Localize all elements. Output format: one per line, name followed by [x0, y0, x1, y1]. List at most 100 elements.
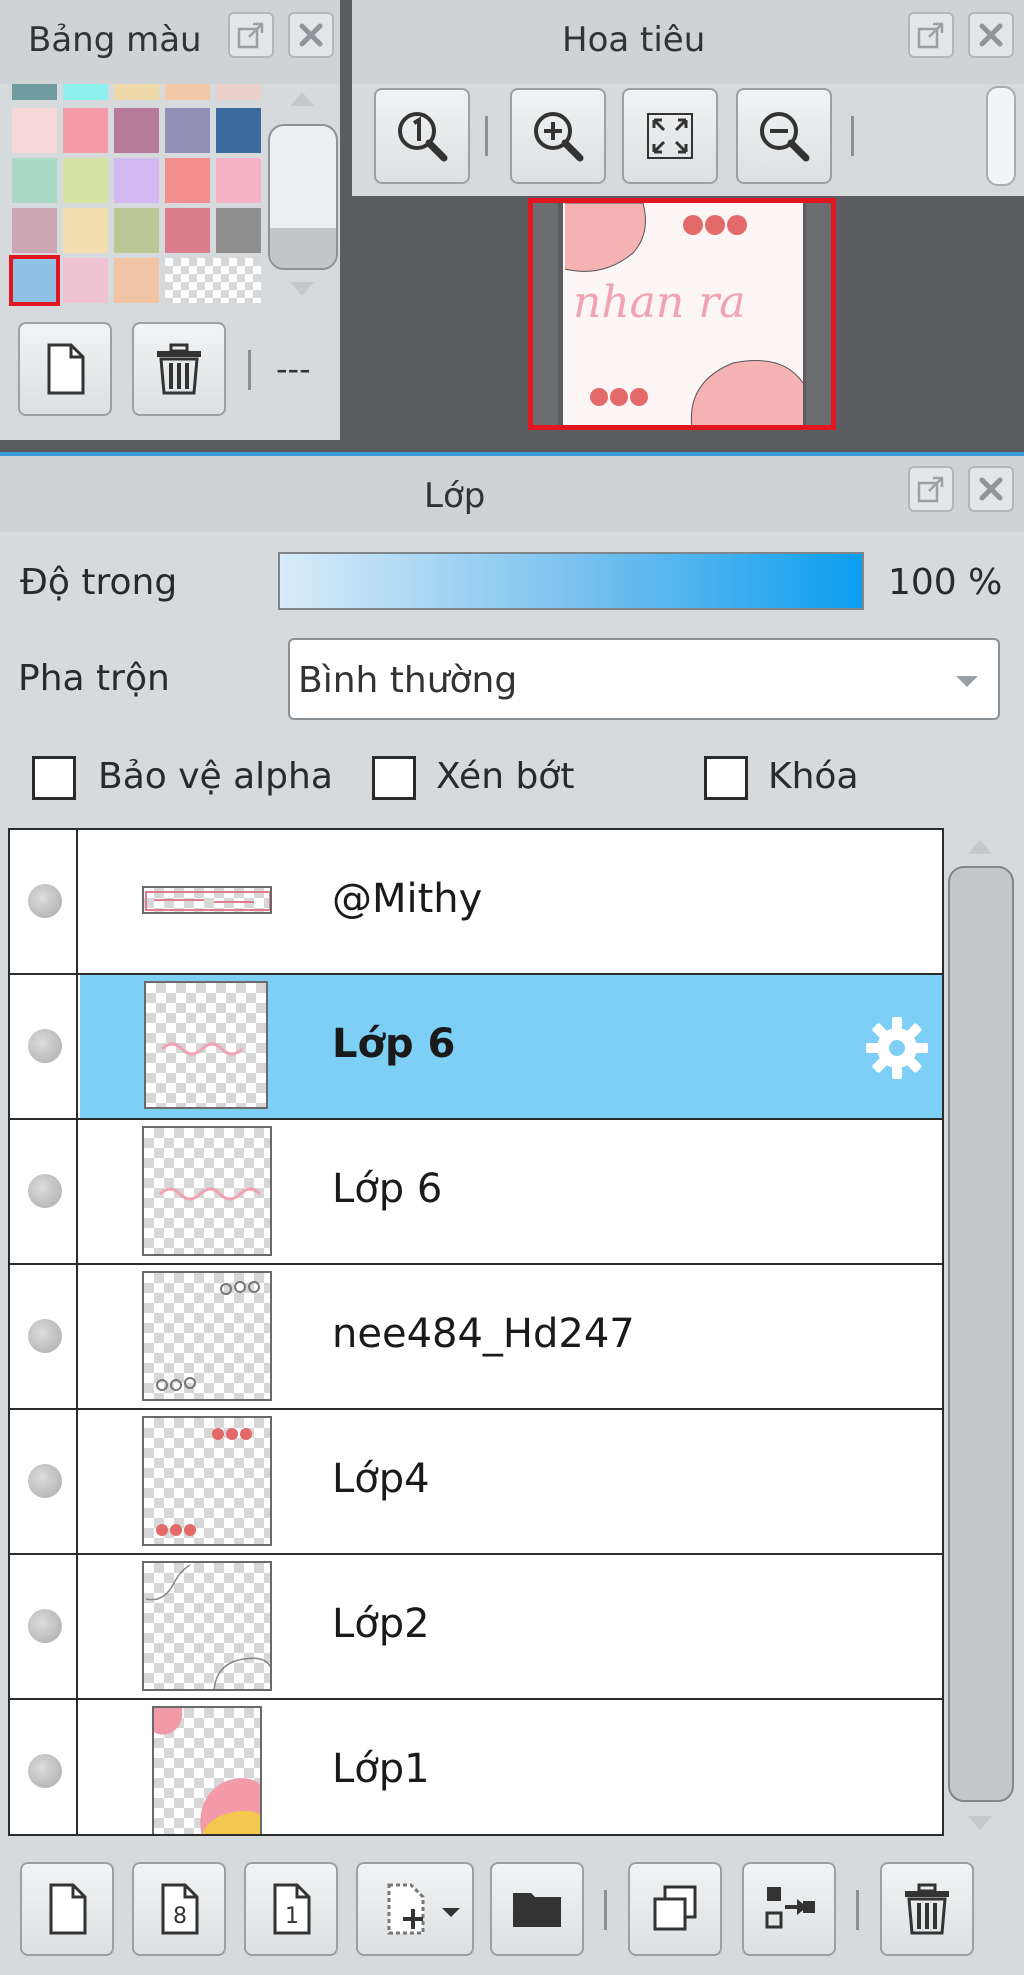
palette-close-button[interactable]	[288, 12, 334, 58]
blend-mode-select[interactable]: Bình thường	[288, 638, 1000, 720]
zoom-in-button[interactable]	[510, 88, 606, 184]
color-swatch[interactable]	[12, 108, 57, 153]
layer-visibility-toggle[interactable]	[10, 1265, 78, 1408]
color-swatch[interactable]	[63, 84, 108, 100]
color-swatch[interactable]	[63, 158, 108, 203]
color-swatch[interactable]	[114, 158, 159, 203]
layer-close-button[interactable]	[968, 466, 1014, 512]
add-page-icon	[387, 1883, 425, 1935]
layer-visibility-toggle[interactable]	[10, 830, 78, 973]
toolbar-separator	[851, 116, 854, 156]
color-swatch[interactable]	[12, 158, 57, 203]
color-swatch[interactable]	[63, 108, 108, 153]
color-swatch[interactable]	[165, 108, 210, 153]
add-layer-dropdown-button[interactable]	[356, 1862, 474, 1956]
eye-dot-icon	[28, 1029, 62, 1063]
layer-visibility-toggle[interactable]	[10, 1120, 78, 1263]
lock-label: Khóa	[768, 756, 859, 797]
color-swatch[interactable]	[216, 158, 261, 203]
new-layer-button[interactable]	[20, 1862, 114, 1956]
layer-visibility-toggle[interactable]	[10, 975, 78, 1118]
close-icon	[299, 23, 323, 47]
navigator-view-rectangle[interactable]: nhan ra	[528, 198, 836, 430]
eye-dot-icon	[28, 1464, 62, 1498]
zoom-out-button[interactable]	[736, 88, 832, 184]
chevron-down-icon	[956, 676, 978, 687]
color-swatch[interactable]	[165, 84, 210, 100]
color-swatch[interactable]	[165, 158, 210, 203]
layer-name: Lớp2	[332, 1601, 430, 1647]
layer-row-body[interactable]: @Mithy	[80, 830, 942, 973]
delete-swatch-button[interactable]	[132, 322, 226, 416]
palette-scroll-thumb[interactable]	[268, 124, 338, 270]
transparent-swatch[interactable]	[165, 258, 261, 303]
layer-visibility-toggle[interactable]	[10, 1700, 78, 1834]
palette-popout-button[interactable]	[228, 12, 274, 58]
layer-row[interactable]: Lớp4	[10, 1410, 942, 1555]
canvas-script-text: nhan ra	[573, 277, 746, 328]
layer-row[interactable]: @Mithy	[10, 830, 942, 975]
layer-name: Lớp4	[332, 1456, 430, 1502]
layer-popout-button[interactable]	[908, 466, 954, 512]
layer-visibility-toggle[interactable]	[10, 1410, 78, 1553]
new-8bit-layer-button[interactable]: 8	[132, 1862, 226, 1956]
color-swatch[interactable]	[216, 108, 261, 153]
lock-checkbox[interactable]	[704, 756, 748, 800]
color-swatch[interactable]	[216, 208, 261, 253]
duplicate-layer-button[interactable]	[628, 1862, 722, 1956]
trash-icon	[157, 343, 201, 395]
delete-layer-button[interactable]	[880, 1862, 974, 1956]
thumbnail-art	[158, 1187, 262, 1201]
navigator-zoom-slider[interactable]	[986, 86, 1016, 186]
scroll-up-arrow-icon[interactable]	[290, 92, 314, 106]
layer-scroll-thumb[interactable]	[948, 866, 1014, 1802]
color-swatch[interactable]	[9, 255, 60, 306]
layer-thumbnail	[142, 1271, 272, 1401]
layer-row[interactable]: nee484_Hd247	[10, 1265, 942, 1410]
opacity-slider[interactable]	[278, 552, 864, 610]
palette-more-label[interactable]: ---	[276, 350, 311, 388]
navigator-popout-button[interactable]	[908, 12, 954, 58]
color-swatch[interactable]	[216, 84, 261, 100]
layer-row-body[interactable]: Lớp4	[80, 1410, 942, 1553]
toolbar-separator	[485, 116, 488, 156]
color-swatch[interactable]	[114, 258, 159, 303]
color-swatch[interactable]	[114, 108, 159, 153]
navigator-title: Hoa tiêu	[562, 20, 706, 60]
layer-row[interactable]: Lớp2	[10, 1555, 942, 1700]
layer-row[interactable]: Lớp1	[10, 1700, 942, 1834]
color-swatch[interactable]	[12, 84, 57, 100]
new-page-icon	[47, 343, 85, 395]
color-swatch[interactable]	[165, 208, 210, 253]
merge-layer-button[interactable]	[742, 1862, 836, 1956]
thumbnail-art	[156, 1281, 260, 1391]
scroll-up-arrow-icon[interactable]	[968, 840, 992, 854]
layer-row[interactable]: Lớp 6	[10, 1120, 942, 1265]
layer-row-body[interactable]: Lớp1	[80, 1700, 942, 1834]
layer-visibility-toggle[interactable]	[10, 1555, 78, 1698]
fit-to-window-button[interactable]	[622, 88, 718, 184]
scroll-down-arrow-icon[interactable]	[968, 1816, 992, 1830]
layer-row-body[interactable]: nee484_Hd247	[80, 1265, 942, 1408]
color-swatch[interactable]	[63, 208, 108, 253]
navigator-close-button[interactable]	[968, 12, 1014, 58]
color-swatch[interactable]	[114, 208, 159, 253]
layer-row-body[interactable]: Lớp 6	[80, 1120, 942, 1263]
new-page-icon	[49, 1883, 87, 1935]
layer-row-body[interactable]: Lớp 6	[80, 975, 942, 1118]
new-swatch-button[interactable]	[18, 322, 112, 416]
new-folder-button[interactable]	[490, 1862, 584, 1956]
clip-checkbox[interactable]	[372, 756, 416, 800]
new-1bit-layer-button[interactable]: 1	[244, 1862, 338, 1956]
layer-row-selected[interactable]: Lớp 6	[10, 975, 942, 1120]
zoom-actual-size-button[interactable]	[374, 88, 470, 184]
eye-dot-icon	[28, 1609, 62, 1643]
color-swatch[interactable]	[114, 84, 159, 100]
layer-row-body[interactable]: Lớp2	[80, 1555, 942, 1698]
protect-alpha-checkbox[interactable]	[32, 756, 76, 800]
color-swatch[interactable]	[63, 258, 108, 303]
layer-thumbnail	[142, 1416, 272, 1546]
gear-icon[interactable]	[862, 1013, 932, 1083]
color-swatch[interactable]	[12, 208, 57, 253]
scroll-down-arrow-icon[interactable]	[290, 282, 314, 296]
